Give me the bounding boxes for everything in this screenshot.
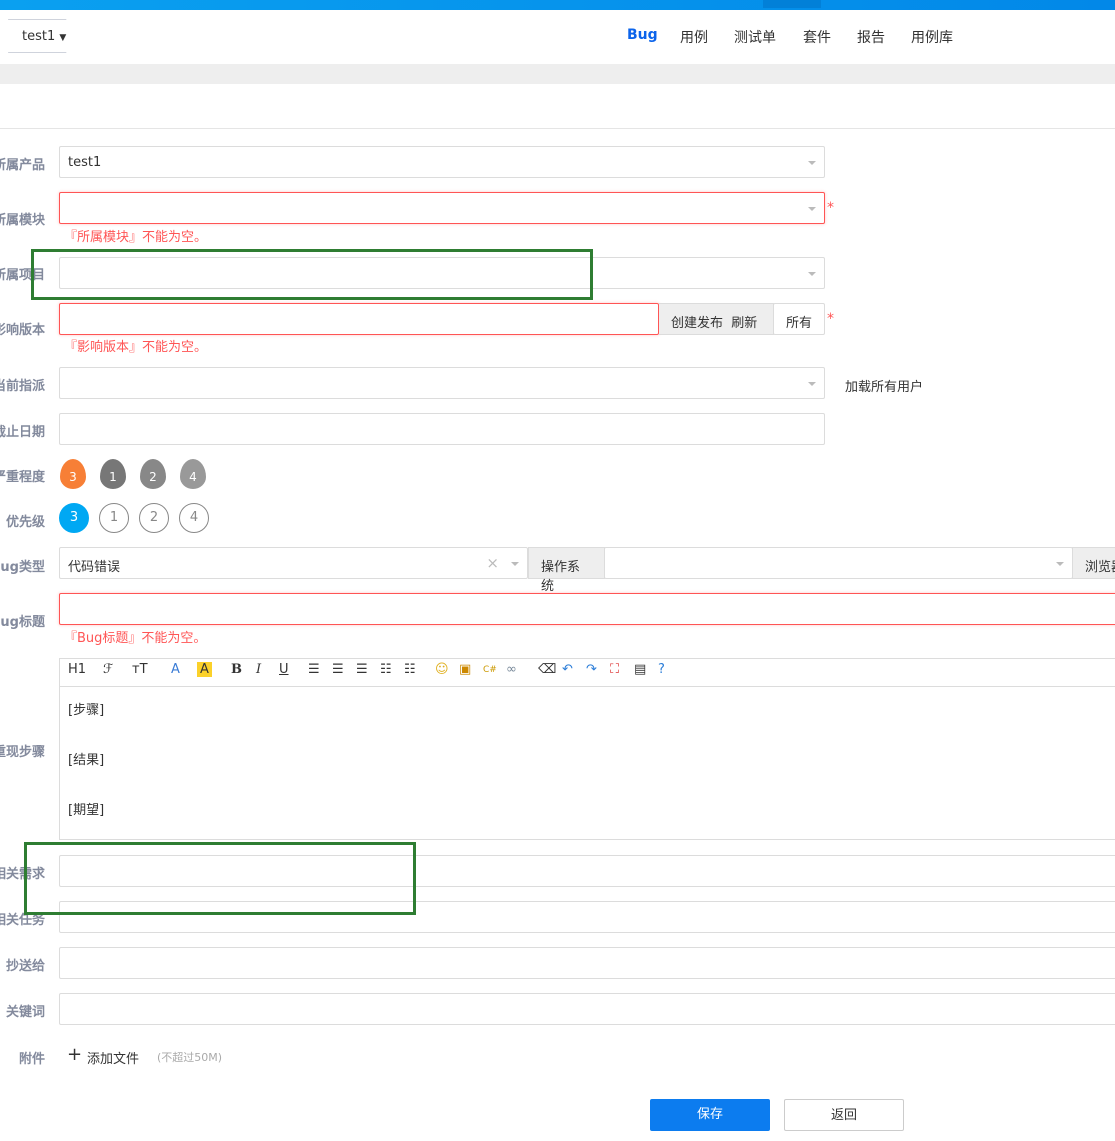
bullet-list-icon[interactable]: ☷ (404, 662, 416, 677)
priority-option[interactable]: 3 (59, 503, 89, 533)
align-left-icon[interactable]: ☰ (308, 662, 320, 677)
divider (0, 128, 1115, 129)
caret-down-icon: ▼ (59, 33, 67, 43)
title-error: 『Bug标题』不能为空。 (64, 631, 207, 646)
required-mark: * (827, 311, 834, 327)
image-icon[interactable]: ▣ (459, 662, 471, 677)
highlight-box (31, 249, 593, 300)
nav-testcase[interactable]: 用例 (680, 27, 708, 47)
label-product: 所属产品 (0, 158, 45, 173)
build-addon: 创建发布 刷新 (659, 303, 774, 335)
os-select[interactable] (604, 547, 1073, 579)
heading-button[interactable]: H1 (68, 662, 86, 677)
severity-option[interactable]: 3 (60, 459, 86, 489)
label-deadline: 截止日期 (0, 425, 45, 440)
underline-button[interactable]: U (279, 662, 289, 677)
subheader (0, 64, 1115, 84)
nav-bug[interactable]: Bug (627, 27, 658, 43)
emoji-icon[interactable]: ☺ (435, 662, 449, 677)
label-build: 影响版本 (0, 323, 45, 338)
plus-icon[interactable]: + (67, 1044, 82, 1065)
label-keywords: 关键词 (5, 1005, 45, 1020)
product-switcher[interactable]: test1 ▼ (8, 19, 74, 53)
mailto-select[interactable] (59, 947, 1115, 979)
browser-label: 浏览器 (1072, 547, 1115, 579)
label-module: 所属模块 (0, 213, 45, 228)
clear-icon[interactable]: × (486, 554, 499, 572)
severity-option[interactable]: 2 (140, 459, 166, 489)
keywords-input[interactable] (59, 993, 1115, 1025)
nav-testtask[interactable]: 测试单 (734, 27, 776, 47)
paste-icon[interactable]: ▤ (634, 662, 646, 677)
label-priority: 优先级 (5, 515, 45, 530)
align-right-icon[interactable]: ☰ (356, 662, 368, 677)
label-assigned: 当前指派 (0, 379, 45, 394)
priority-option[interactable]: 4 (179, 503, 209, 533)
severity-option[interactable]: 1 (100, 459, 126, 489)
fullscreen-icon[interactable]: ⛶ (610, 662, 619, 677)
redo-icon[interactable]: ↷ (586, 662, 597, 677)
label-steps: 重现步骤 (0, 745, 45, 760)
type-value: 代码错误 (68, 560, 121, 575)
back-button[interactable]: 返回 (784, 1099, 904, 1131)
all-builds-button[interactable]: 所有 (773, 303, 825, 335)
link-icon[interactable]: ∞ (506, 662, 517, 677)
highlight-box (24, 842, 416, 915)
steps-line: [步骤] (68, 703, 105, 718)
font-family-button[interactable]: ℱ (103, 662, 113, 677)
result-line: [结果] (68, 753, 105, 768)
label-type: Bug类型 (0, 560, 45, 575)
steps-editor[interactable]: [步骤] [结果] [期望] (59, 658, 1115, 840)
label-title: Bug标题 (0, 615, 45, 630)
font-color-button[interactable]: A (171, 662, 180, 677)
eraser-icon[interactable]: ⌫ (538, 662, 556, 677)
chevron-down-icon (511, 562, 519, 566)
label-mailto: 抄送给 (5, 959, 45, 974)
align-center-icon[interactable]: ☰ (332, 662, 344, 677)
create-build-link[interactable]: 创建发布 (671, 316, 723, 331)
deadline-input[interactable] (59, 413, 825, 445)
chevron-down-icon (808, 161, 816, 165)
priority-option[interactable]: 2 (139, 503, 169, 533)
assigned-select[interactable] (59, 367, 825, 399)
refresh-link[interactable]: 刷新 (731, 316, 757, 331)
expect-line: [期望] (68, 803, 105, 818)
save-button[interactable]: 保存 (650, 1099, 770, 1131)
help-icon[interactable]: ? (658, 662, 665, 677)
product-name: test1 (22, 29, 56, 44)
module-select[interactable] (59, 192, 825, 224)
file-limit-hint: (不超过50M) (157, 1051, 223, 1064)
build-error: 『影响版本』不能为空。 (64, 340, 208, 355)
label-severity: 严重程度 (0, 470, 45, 485)
title-input[interactable] (59, 593, 1115, 625)
product-value: test1 (68, 155, 102, 170)
build-select[interactable] (59, 303, 659, 335)
severity-option[interactable]: 4 (180, 459, 206, 489)
nav-caselib[interactable]: 用例库 (911, 27, 953, 47)
bold-button[interactable]: B (231, 662, 242, 677)
priority-option[interactable]: 1 (99, 503, 129, 533)
load-all-users-link[interactable]: 加载所有用户 (845, 376, 923, 395)
os-label: 操作系统 (528, 547, 605, 594)
nav-suite[interactable]: 套件 (803, 27, 831, 47)
chevron-down-icon (808, 382, 816, 386)
type-select[interactable]: 代码错误 × (59, 547, 528, 579)
label-files: 附件 (18, 1052, 45, 1067)
code-icon[interactable]: C# (483, 665, 497, 675)
nav-report[interactable]: 报告 (857, 27, 885, 47)
top-bar (0, 0, 1115, 10)
chevron-down-icon (808, 272, 816, 276)
font-size-button[interactable]: тT (132, 662, 148, 677)
ordered-list-icon[interactable]: ☷ (380, 662, 392, 677)
undo-icon[interactable]: ↶ (562, 662, 573, 677)
add-file-button[interactable]: 添加文件 (87, 1048, 139, 1067)
chevron-down-icon (1056, 562, 1064, 566)
module-error: 『所属模块』不能为空。 (64, 230, 208, 245)
product-select[interactable]: test1 (59, 146, 825, 178)
required-mark: * (827, 200, 834, 216)
chevron-down-icon (808, 207, 816, 211)
highlight-button[interactable]: A (197, 662, 212, 677)
italic-button[interactable]: I (256, 662, 261, 677)
